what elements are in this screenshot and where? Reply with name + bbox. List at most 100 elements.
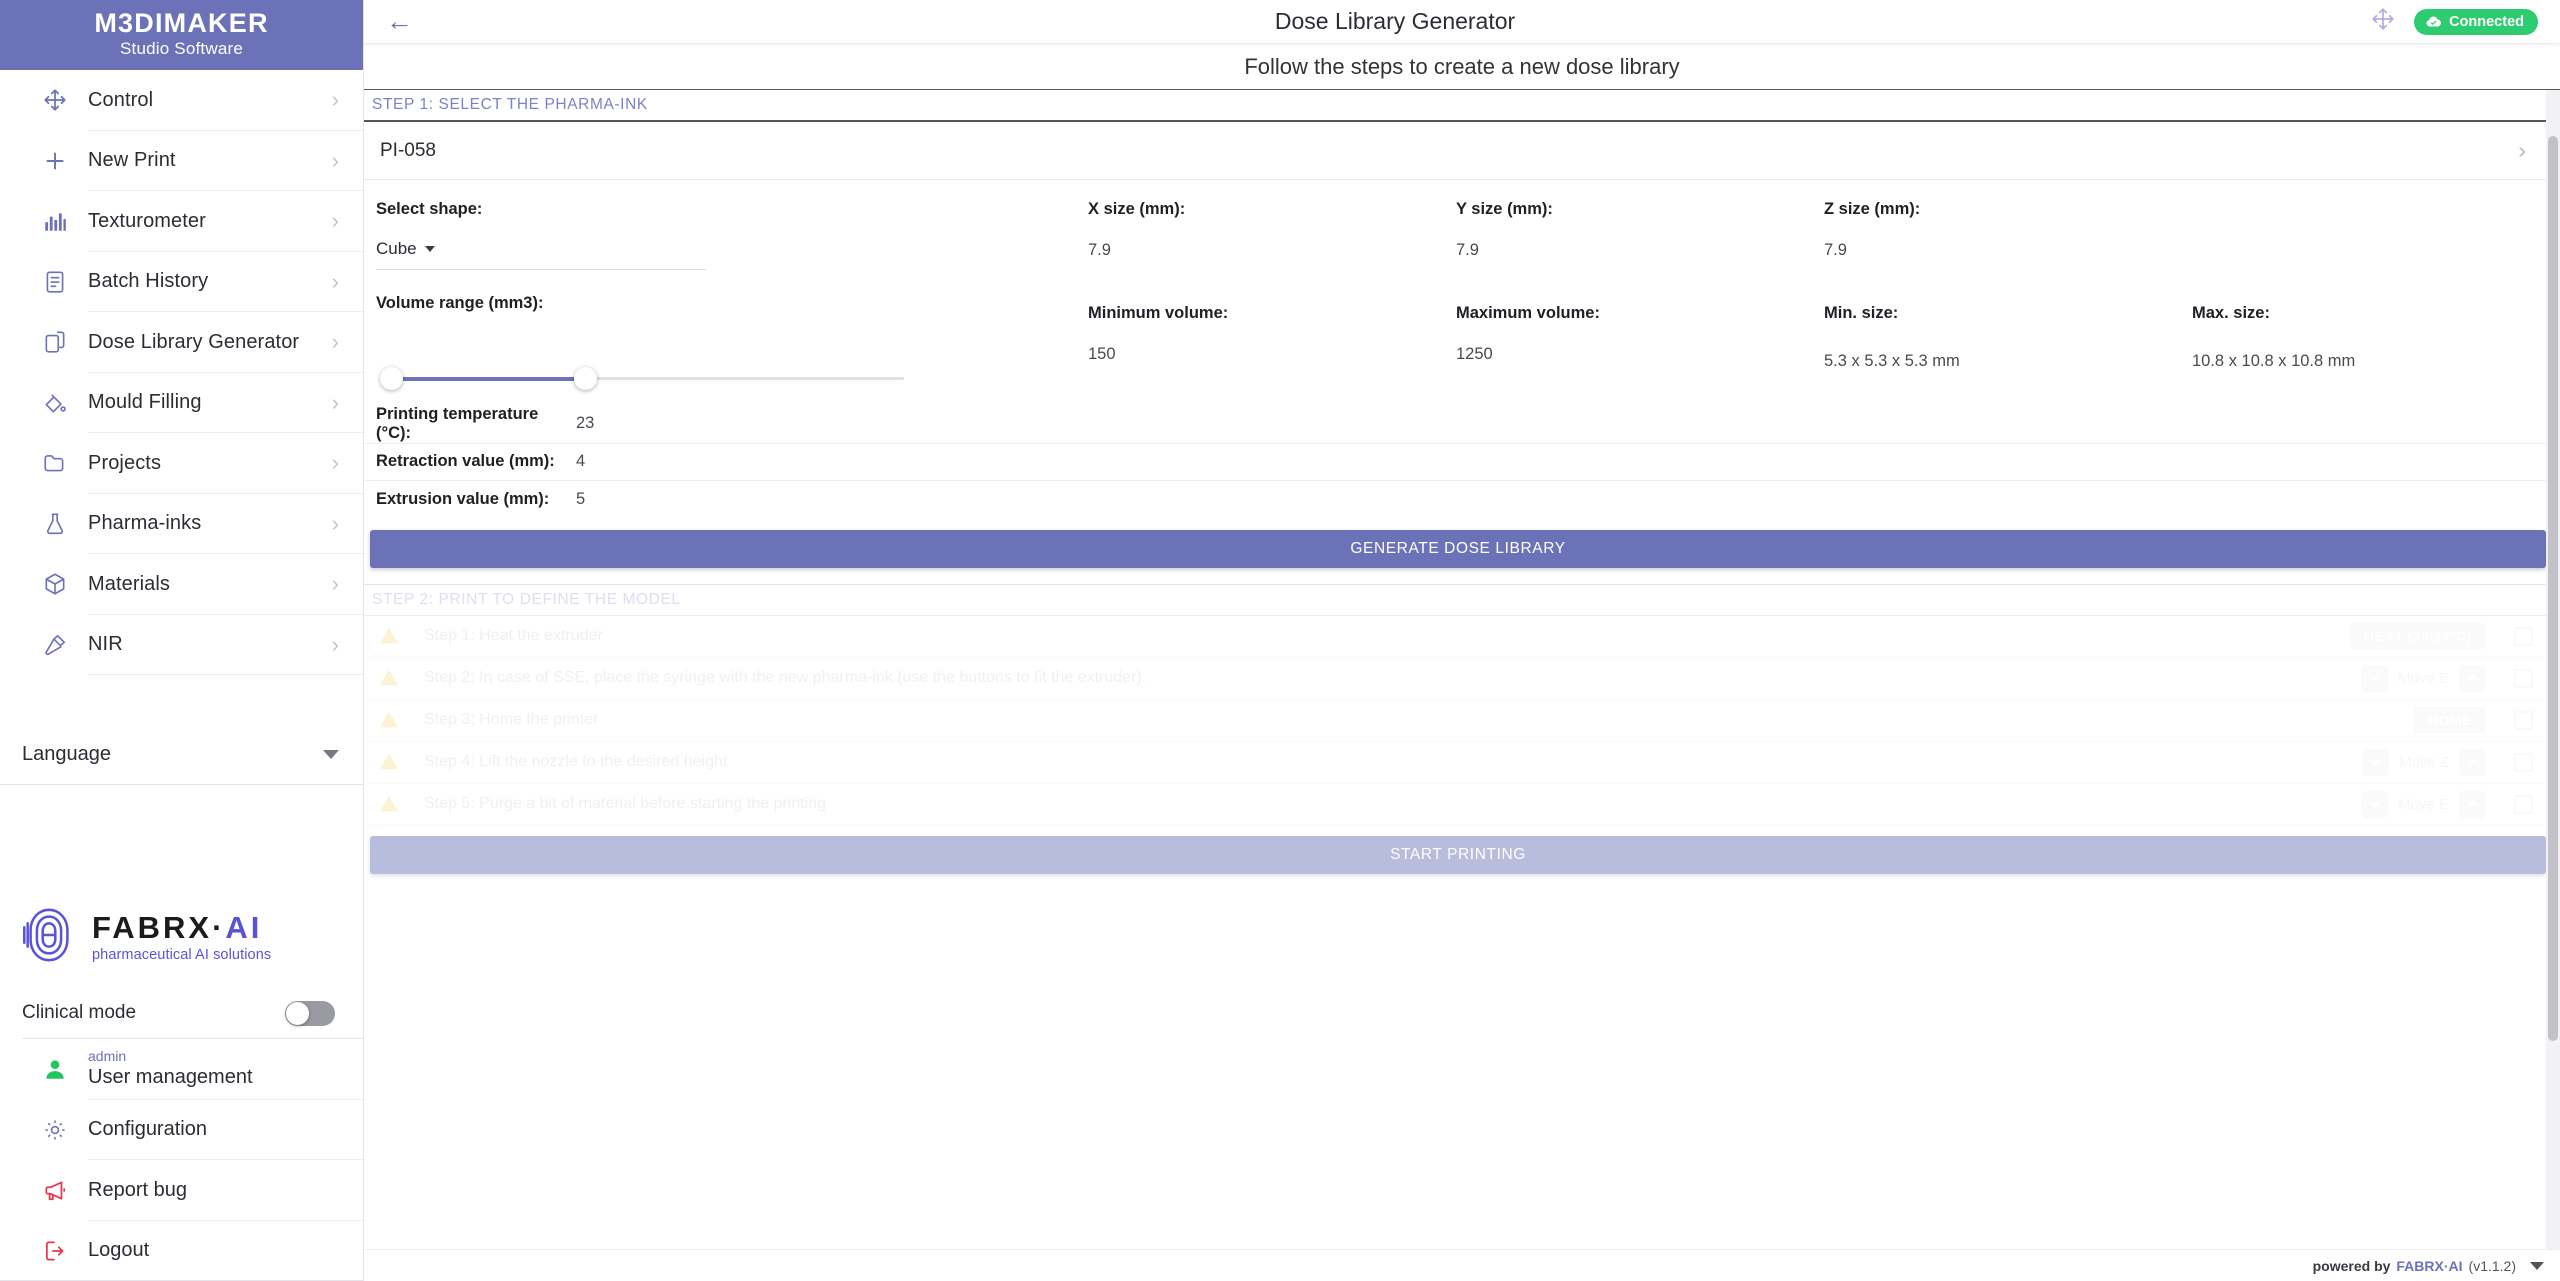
chevron-down-icon[interactable]	[2530, 1261, 2544, 1270]
flashlight-icon	[22, 632, 88, 658]
step2-checkbox[interactable]	[2513, 794, 2533, 814]
person-icon	[22, 1056, 88, 1082]
z-size-label: Z size (mm):	[1824, 200, 1921, 218]
clinical-mode-row: Clinical mode	[0, 987, 363, 1039]
start-printing-button[interactable]: START PRINTING	[370, 835, 2546, 874]
footer-version: (v1.1.2)	[2468, 1257, 2516, 1274]
sidebar-item-nir[interactable]: NIR ›	[0, 615, 363, 675]
move-axis-label: Move E	[2398, 669, 2449, 687]
sidebar-item-report-bug[interactable]: Report bug	[0, 1160, 363, 1221]
sidebar-item-label: Dose Library Generator	[88, 330, 300, 353]
language-selector[interactable]: Language	[0, 723, 363, 785]
extrusion-value-row: Extrusion value (mm): 5	[364, 480, 2560, 518]
sidebar-item-control[interactable]: Control ›	[0, 70, 363, 131]
min-size-label: Min. size:	[1824, 304, 1899, 322]
printing-temperature-value[interactable]: 23	[576, 414, 594, 433]
brand-header: M3DIMAKER Studio Software	[0, 0, 363, 70]
step1-heading: STEP 1: SELECT THE PHARMA-INK	[364, 90, 2560, 122]
move-axis-label: Move Z	[2398, 753, 2449, 771]
page-title: Dose Library Generator	[1274, 8, 1516, 34]
printing-temperature-label: Printing temperature (°C):	[376, 404, 539, 442]
sidebar-item-user-management[interactable]: admin User management	[0, 1039, 363, 1100]
folder-icon	[22, 450, 88, 476]
step2-row-text: Step 3: Home the printer	[424, 711, 599, 728]
status-badge[interactable]: Connected	[2414, 8, 2538, 35]
step2-row-control: HOME	[2186, 707, 2486, 733]
status-badge-label: Connected	[2449, 13, 2524, 30]
step2-row-control: Move Z	[2186, 748, 2486, 776]
scrollbar-thumb[interactable]	[2548, 136, 2558, 1041]
app-root: M3DIMAKER Studio Software Control › New …	[0, 0, 2560, 1281]
clinical-mode-toggle[interactable]	[285, 1000, 335, 1026]
clinical-mode-label: Clinical mode	[22, 1002, 137, 1023]
sidebar-item-materials[interactable]: Materials ›	[0, 554, 363, 615]
max-size-cell: . . Max. size: 10.8 x 10.8 x 10.8 mm	[2192, 196, 2560, 405]
z-size-value: 7.9	[1824, 241, 1847, 259]
step1-parameters-grid: Select shape: Cube Volume range (mm3): X…	[364, 180, 2560, 405]
move-up-button[interactable]	[2459, 748, 2486, 776]
sidebar-item-dose-library-generator[interactable]: Dose Library Generator ›	[0, 312, 363, 373]
move-printer-icon[interactable]	[2370, 6, 2396, 37]
divider	[88, 674, 363, 675]
step2-checkbox[interactable]	[2513, 626, 2533, 646]
sidebar-item-pharma-inks[interactable]: Pharma-inks ›	[0, 494, 363, 554]
chevron-right-icon: ›	[331, 87, 339, 113]
step2-row-control: Move E	[2186, 664, 2486, 692]
sidebar-item-mould-filling[interactable]: Mould Filling ›	[0, 373, 363, 433]
move-down-button[interactable]	[2361, 790, 2389, 818]
shape-select[interactable]: Cube	[376, 239, 706, 270]
fabrx-name-dot: ·	[212, 910, 226, 945]
move-axis-label: Move E	[2398, 795, 2449, 813]
heat-button[interactable]: HEAT (39/23°C)	[2349, 623, 2486, 649]
extrusion-value-value[interactable]: 5	[576, 490, 585, 509]
pharma-ink-selector[interactable]: PI-058 ›	[364, 122, 2560, 180]
move-up-button[interactable]	[2459, 664, 2486, 692]
home-button[interactable]: HOME	[2414, 707, 2486, 733]
sidebar-item-label: Texturometer	[88, 209, 206, 232]
min-volume-label: Minimum volume:	[1088, 304, 1229, 322]
move-down-button[interactable]	[2361, 748, 2389, 776]
volume-range-slider[interactable]	[380, 359, 904, 399]
retraction-value-value[interactable]: 4	[576, 452, 585, 471]
x-size-label: X size (mm):	[1088, 200, 1186, 218]
copy-files-icon	[22, 329, 88, 355]
sidebar-item-texturometer[interactable]: Texturometer ›	[0, 191, 363, 252]
footer-brand-link[interactable]: FABRX·AI	[2396, 1258, 2462, 1274]
chevron-right-icon: ›	[331, 631, 339, 657]
warning-icon	[378, 667, 424, 689]
step2-checkbox[interactable]	[2513, 668, 2533, 688]
slider-thumb-min[interactable]	[380, 367, 403, 390]
step2-row-text: Step 2: In case of SSE, place the syring…	[424, 669, 1147, 686]
retraction-value-label: Retraction value (mm):	[376, 452, 555, 471]
sidebar-item-projects[interactable]: Projects ›	[0, 433, 363, 494]
fabrx-name-dark: FABRX	[92, 910, 213, 945]
move-down-button[interactable]	[2361, 664, 2389, 692]
chevron-down-icon	[323, 749, 339, 759]
back-arrow-icon[interactable]: ←	[386, 8, 420, 35]
step2-checkbox[interactable]	[2513, 752, 2533, 772]
content-scroll-area[interactable]: STEP 1: SELECT THE PHARMA-INK PI-058 › S…	[364, 90, 2560, 1281]
move-icon	[22, 87, 88, 113]
sidebar-item-logout[interactable]: Logout	[0, 1221, 363, 1281]
slider-thumb-max[interactable]	[574, 367, 597, 390]
user-management-labels: admin User management	[88, 1048, 339, 1089]
sidebar-item-label: Mould Filling	[88, 391, 202, 414]
chevron-right-icon: ›	[331, 147, 339, 173]
sidebar-item-configuration[interactable]: Configuration	[0, 1100, 363, 1160]
x-size-value: 7.9	[1088, 241, 1111, 259]
z-size-cell: Z size (mm): 7.9 Min. size: 5.3 x 5.3 x …	[1824, 196, 2192, 405]
min-volume-value: 150	[1088, 345, 1116, 363]
step2-checkbox[interactable]	[2513, 710, 2533, 730]
sidebar-item-batch-history[interactable]: Batch History ›	[0, 252, 363, 312]
step2-row-text: Step 1: Heat the extruder	[424, 627, 603, 644]
vertical-scrollbar[interactable]	[2546, 90, 2560, 1281]
sidebar-item-label: NIR	[88, 633, 123, 656]
extrusion-value-label: Extrusion value (mm):	[376, 489, 550, 508]
chevron-right-icon: ›	[331, 571, 339, 597]
sidebar-nav: Control › New Print › Texturometer › Bat…	[0, 70, 363, 675]
move-up-button[interactable]	[2459, 790, 2486, 818]
generate-dose-library-button[interactable]: GENERATE DOSE LIBRARY	[370, 529, 2546, 568]
max-volume-value: 1250	[1456, 345, 1493, 363]
document-icon	[22, 269, 88, 295]
sidebar-item-new-print[interactable]: New Print ›	[0, 131, 363, 191]
